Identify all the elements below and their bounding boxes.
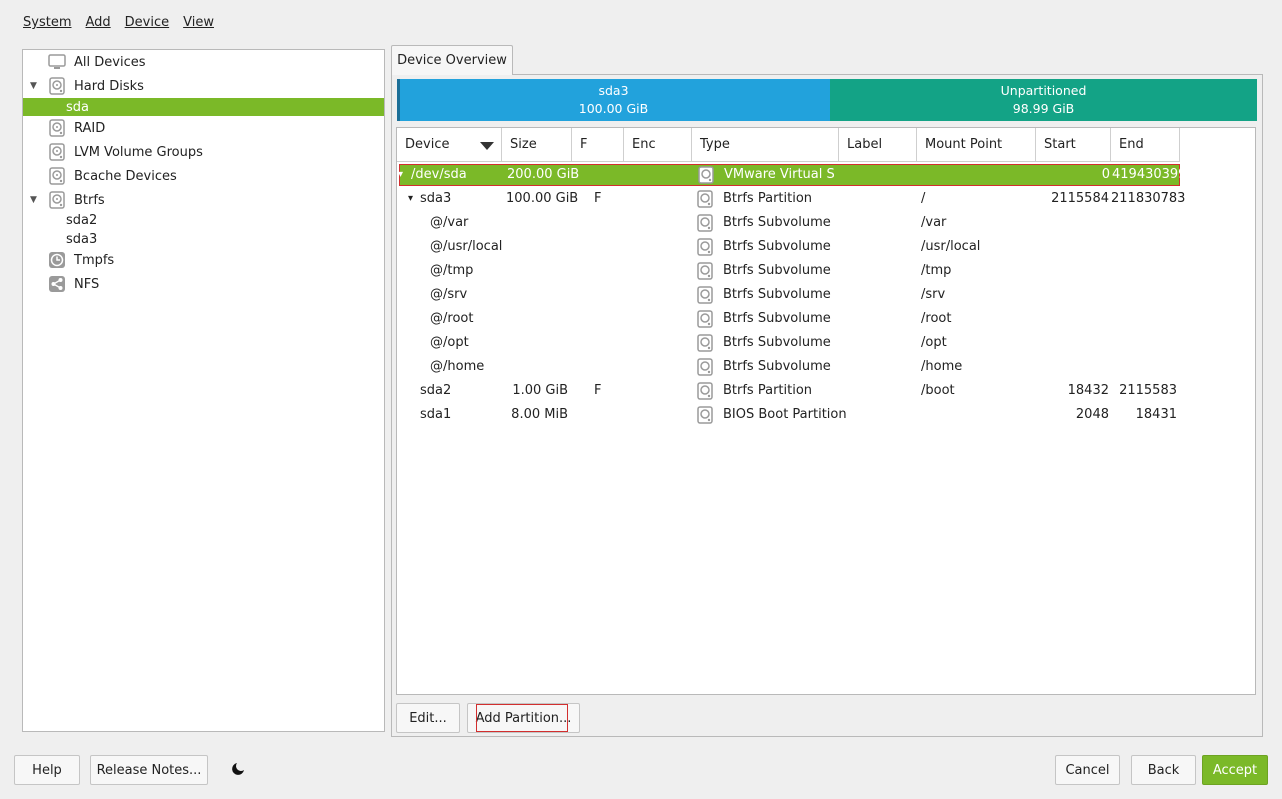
hard-disk-icon [697, 382, 713, 400]
table-row[interactable]: ▾ sda3 100.00 GiB F Btrfs Partition / 21… [397, 187, 1185, 211]
menu-device[interactable]: Device [118, 12, 176, 34]
hard-disk-icon [697, 358, 713, 376]
help-button[interactable]: Help [14, 755, 80, 785]
hard-disk-icon [697, 262, 713, 280]
hard-disk-icon [697, 334, 713, 352]
column-header-type[interactable]: Type [692, 128, 839, 162]
sort-descending-icon [480, 142, 494, 150]
hard-disk-icon [698, 166, 714, 184]
column-header-device[interactable]: Device [397, 128, 502, 162]
expand-arrow-icon[interactable]: ▼ [30, 195, 40, 205]
hard-disk-icon [49, 167, 65, 185]
column-header-label[interactable]: Label [839, 128, 917, 162]
share-icon [49, 276, 65, 292]
expand-arrow-icon[interactable]: ▾ [408, 187, 413, 211]
table-row[interactable]: @/root Btrfs Subvolume /root [397, 307, 1180, 331]
device-tree: All Devices ▼ Hard Disks sda RAID LVM Vo… [22, 49, 385, 732]
hard-disk-icon [697, 406, 713, 424]
tree-item-raid[interactable]: RAID [23, 116, 384, 140]
hard-disk-icon [697, 310, 713, 328]
monitor-icon [48, 54, 66, 69]
partition-bar-unpartitioned[interactable]: Unpartitioned 98.99 GiB [830, 79, 1257, 121]
column-header-f[interactable]: F [572, 128, 624, 162]
tree-item-btrfs[interactable]: ▼ Btrfs [23, 188, 384, 212]
column-header-size[interactable]: Size [502, 128, 572, 162]
hard-disk-icon [49, 77, 65, 95]
tree-item-nfs[interactable]: NFS [23, 272, 384, 296]
table-row[interactable]: @/tmp Btrfs Subvolume /tmp [397, 259, 1180, 283]
menu-system[interactable]: System [16, 12, 78, 34]
menu-view[interactable]: View [176, 12, 221, 34]
tree-item-bcache-devices[interactable]: Bcache Devices [23, 164, 384, 188]
column-header-start[interactable]: Start [1036, 128, 1111, 162]
hard-disk-icon [697, 238, 713, 256]
table-row[interactable]: sda1 8.00 MiB BIOS Boot Partition 2048 1… [397, 403, 1180, 427]
partition-bar-sda3[interactable]: sda3 100.00 GiB [397, 79, 830, 121]
expand-arrow-icon[interactable]: ▼ [30, 81, 40, 91]
menu-add[interactable]: Add [78, 12, 117, 34]
tree-item-lvm-volume-groups[interactable]: LVM Volume Groups [23, 140, 384, 164]
back-button[interactable]: Back [1131, 755, 1196, 785]
table-row[interactable]: ▾ /dev/sda 200.00 GiB VMware Virtual S 0… [398, 164, 1186, 186]
hard-disk-icon [49, 119, 65, 137]
tree-item-sda[interactable]: sda [23, 98, 384, 116]
hard-disk-icon [49, 191, 65, 209]
tree-item-sda2[interactable]: sda2 [23, 210, 384, 230]
table-row[interactable]: @/opt Btrfs Subvolume /opt [397, 331, 1180, 355]
hard-disk-icon [49, 143, 65, 161]
table-row[interactable]: @/usr/local Btrfs Subvolume /usr/local [397, 235, 1180, 259]
tree-item-all-devices[interactable]: All Devices [23, 50, 384, 74]
clock-icon [49, 252, 65, 268]
hard-disk-icon [697, 214, 713, 232]
release-notes-button[interactable]: Release Notes... [90, 755, 208, 785]
edit-button[interactable]: Edit... [396, 703, 460, 733]
accept-button[interactable]: Accept [1202, 755, 1268, 785]
table-row[interactable]: @/var Btrfs Subvolume /var [397, 211, 1180, 235]
moon-icon[interactable] [231, 762, 245, 776]
table-row[interactable]: @/home Btrfs Subvolume /home [397, 355, 1180, 379]
column-header-end[interactable]: End [1111, 128, 1180, 162]
cancel-button[interactable]: Cancel [1055, 755, 1120, 785]
tree-item-sda3[interactable]: sda3 [23, 229, 384, 249]
tree-item-hard-disks[interactable]: ▼ Hard Disks [23, 74, 384, 98]
menu-bar: System Add Device View [16, 12, 221, 34]
column-header-enc[interactable]: Enc [624, 128, 692, 162]
table-row[interactable]: @/srv Btrfs Subvolume /srv [397, 283, 1180, 307]
expand-arrow-icon[interactable]: ▾ [398, 165, 403, 185]
tab-device-overview[interactable]: Device Overview [391, 45, 513, 75]
focus-highlight [476, 704, 568, 732]
hard-disk-icon [697, 190, 713, 208]
hard-disk-icon [697, 286, 713, 304]
tree-item-tmpfs[interactable]: Tmpfs [23, 248, 384, 272]
table-row[interactable]: sda2 1.00 GiB F Btrfs Partition /boot 18… [397, 379, 1180, 403]
device-table: Device Size F Enc Type Label Mount Point… [396, 127, 1256, 695]
column-header-mount-point[interactable]: Mount Point [917, 128, 1036, 162]
